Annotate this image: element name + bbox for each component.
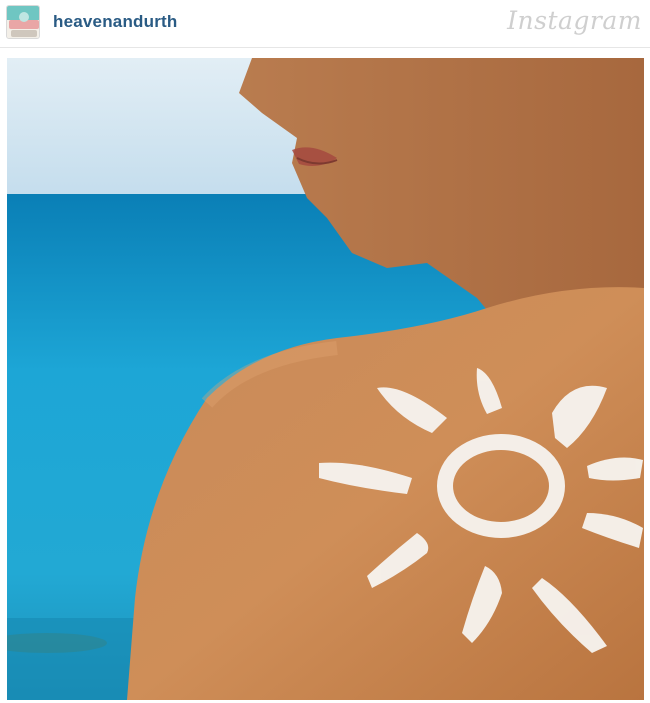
instagram-post: heavenandurth Instagram (0, 0, 650, 703)
post-username[interactable]: heavenandurth (53, 12, 177, 32)
instagram-logo: Instagram (507, 6, 642, 35)
profile-avatar[interactable] (6, 5, 40, 39)
post-photo[interactable] (7, 58, 644, 700)
avatar-icon (7, 6, 39, 38)
post-header: heavenandurth Instagram (0, 0, 650, 48)
photo-image (7, 58, 644, 700)
